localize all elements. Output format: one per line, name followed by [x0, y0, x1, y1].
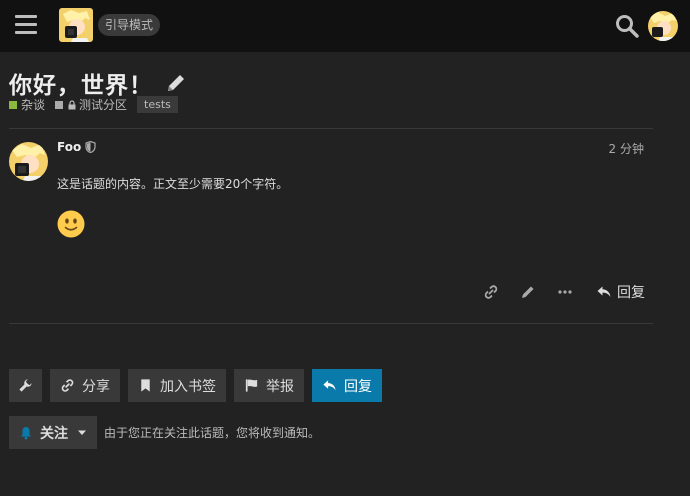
link-icon[interactable]	[483, 280, 499, 304]
bell-icon	[21, 426, 31, 439]
shield-icon	[85, 141, 96, 153]
topic-title-row: 你好，世界！	[9, 66, 187, 100]
bookmark-label: 加入书签	[160, 378, 216, 395]
flag-icon	[245, 379, 258, 392]
username-label: Foo	[57, 140, 82, 154]
notification-level-dropdown[interactable]: 关注	[9, 416, 97, 449]
reply-label: 回复	[344, 378, 372, 395]
post-author-name[interactable]: Foo	[57, 140, 96, 154]
caret-down-icon	[78, 430, 86, 435]
bookmark-button[interactable]: 加入书签	[128, 369, 226, 402]
category-label: 杂谈	[21, 98, 46, 112]
post-reply-button[interactable]: 回复	[596, 280, 645, 304]
reply-icon	[597, 286, 611, 297]
post-author-avatar[interactable]	[9, 142, 48, 181]
notifications-row: 关注 由于您正在关注此话题，您将收到通知。	[9, 416, 320, 449]
post-content: 这是话题的内容。正文至少需要20个字符。	[57, 177, 289, 191]
topic-meta: 杂谈 测试分区 tests	[9, 96, 178, 113]
post-timestamp[interactable]: 2 分钟	[609, 140, 644, 157]
divider	[9, 128, 653, 129]
subcategory-link[interactable]: 测试分区	[55, 96, 127, 113]
post-reply-label: 回复	[617, 285, 645, 301]
search-icon[interactable]	[614, 13, 640, 39]
lock-icon	[68, 99, 76, 109]
subcategory-color-badge	[55, 100, 64, 109]
hamburger-menu-icon[interactable]	[15, 15, 37, 35]
site-header: 引导模式	[0, 0, 690, 52]
link-icon	[61, 379, 74, 392]
notification-level-label: 关注	[40, 425, 68, 442]
subcategory-label: 测试分区	[79, 98, 128, 112]
reply-icon	[323, 380, 336, 391]
bookmark-icon	[141, 379, 150, 392]
wrench-icon	[19, 379, 32, 392]
share-button[interactable]: 分享	[50, 369, 120, 402]
notification-description: 由于您正在关注此话题，您将收到通知。	[104, 426, 321, 440]
topic-title: 你好，世界！	[9, 73, 153, 99]
tag-tests[interactable]: tests	[137, 96, 178, 113]
divider	[9, 323, 653, 324]
flag-button[interactable]: 举报	[234, 369, 304, 402]
share-label: 分享	[82, 378, 110, 395]
reply-button[interactable]: 回复	[312, 369, 382, 402]
guide-mode-badge[interactable]: 引导模式	[98, 14, 161, 36]
edit-pencil-icon[interactable]	[520, 280, 536, 304]
more-options-icon[interactable]	[557, 280, 573, 304]
flag-label: 举报	[266, 378, 294, 395]
pencil-icon[interactable]	[165, 72, 187, 94]
topic-footer-buttons: 分享 加入书签 举报 回复	[9, 369, 390, 402]
slightly-smiling-face-emoji	[57, 210, 85, 238]
user-avatar[interactable]	[648, 11, 678, 41]
site-logo[interactable]	[59, 8, 93, 42]
category-link[interactable]: 杂谈	[9, 96, 45, 113]
admin-wrench-button[interactable]	[9, 369, 42, 402]
category-color-badge	[9, 100, 17, 109]
post-actions-bar: 回复	[0, 280, 690, 304]
